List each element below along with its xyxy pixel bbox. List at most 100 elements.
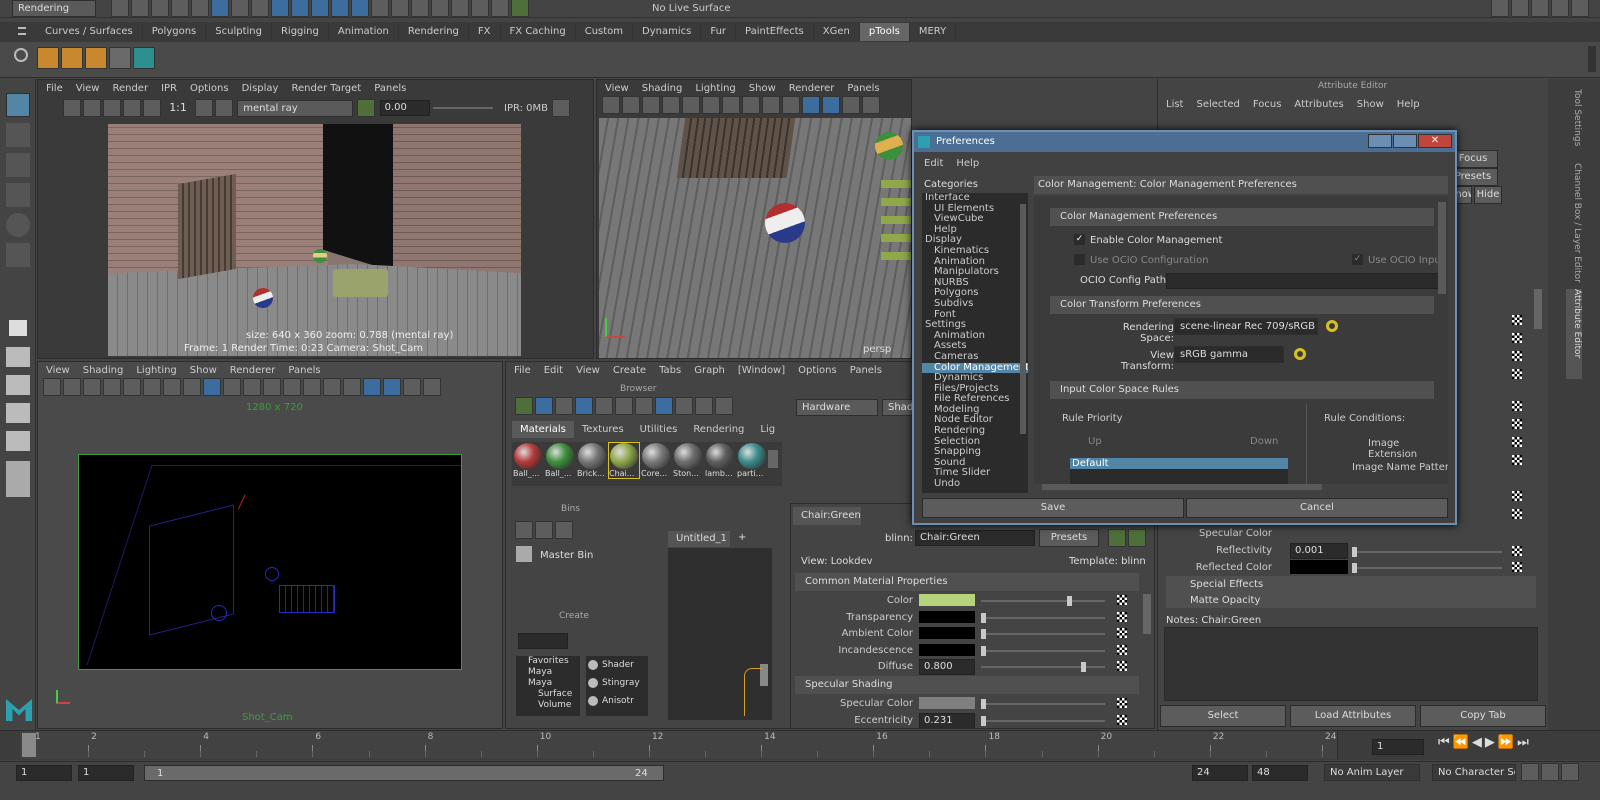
shelf-tab[interactable]: Rendering [399,23,469,41]
ae-map-icon-10[interactable] [1512,509,1522,519]
property-map-icon[interactable] [1117,661,1127,671]
paint-select-icon[interactable] [6,153,30,177]
sc-xray-joints-icon[interactable] [403,378,421,396]
prefs-save-button[interactable]: Save [922,498,1184,518]
ae-load-attributes-button[interactable]: Load Attributes [1290,705,1416,727]
rule-down-button[interactable]: Down [1250,436,1278,447]
snap-curve-icon[interactable] [291,0,309,17]
common-material-section[interactable]: Common Material Properties [795,573,1139,591]
auto-key-icon[interactable] [1521,763,1539,781]
material-swatch[interactable]: Ball_... [545,443,575,478]
prefs-hscrollbar[interactable] [1042,484,1322,490]
sc-xray-comp-icon[interactable] [423,378,441,396]
browser-sort-time-icon[interactable] [695,397,713,415]
property-color-swatch[interactable] [919,643,975,656]
property-color-swatch[interactable] [919,627,975,639]
property-map-icon[interactable] [1117,595,1127,605]
camera-attr-icon[interactable] [622,96,640,114]
hypershade-menu-item[interactable]: Graph [694,365,725,376]
scale-tool-icon[interactable] [6,243,30,267]
shelf-gear-icon[interactable] [14,48,28,62]
lock-icon[interactable] [371,0,389,17]
ae-map-icon-1[interactable] [1512,315,1522,325]
view-transform-gear-icon[interactable] [1294,348,1306,360]
shelf-tab[interactable]: Polygons [143,23,207,41]
snapshot-icon[interactable] [103,99,121,117]
property-map-icon[interactable] [1117,698,1127,708]
rule-default-item[interactable]: Default [1070,458,1288,469]
snap-view-icon[interactable] [331,0,349,17]
ae-map-icon-5[interactable] [1512,401,1522,411]
rule-up-button[interactable]: Up [1088,436,1102,447]
material-swatch[interactable]: Core... [641,443,671,478]
hypershade-menu-item[interactable]: Options [798,365,837,376]
bookmark-icon[interactable] [642,96,660,114]
property-copy-icon[interactable] [1108,529,1126,547]
view-transform-dropdown[interactable]: sRGB gamma [1174,346,1284,363]
playback-start-field[interactable]: 1 [78,765,134,781]
ae-reflected-color-swatch[interactable] [1290,560,1348,574]
property-value-field[interactable]: 0.231 [919,712,975,728]
browser-view-icon[interactable] [535,397,553,415]
sc-film-gate-icon[interactable] [143,378,161,396]
select-tool-icon[interactable] [6,93,30,117]
zoom-fit-icon[interactable] [195,99,214,117]
refresh-icon[interactable] [357,99,376,117]
create-list-item[interactable]: Stingray [586,674,648,692]
live-surface-icon[interactable] [511,0,529,17]
property-slider[interactable] [981,715,1105,726]
step-forward-icon[interactable]: ⏩ [1498,735,1517,750]
move-tool-icon[interactable] [6,183,30,207]
select-component-icon[interactable] [251,0,269,17]
sc-xray-icon[interactable] [383,378,401,396]
side-tab-channel-box[interactable]: Channel Box / Layer Editor [1566,163,1582,303]
anim-end-field[interactable]: 48 [1252,765,1308,781]
render-view-menu-item[interactable]: View [76,83,100,94]
render-view-menu-item[interactable]: Render Target [291,83,361,94]
ocio-path-field[interactable] [1166,273,1442,289]
sc-ao-icon[interactable] [303,378,321,396]
ae-menu-item[interactable]: List [1166,99,1183,110]
prefs-rules-section[interactable]: Input Color Space Rules [1050,381,1434,399]
sc-camera-icon[interactable] [43,378,61,396]
lights-icon[interactable] [862,96,880,114]
exposure-field[interactable]: 0.00 [379,100,430,116]
create-tree-item[interactable]: Maya [516,678,580,689]
browser-refresh-icon[interactable] [715,397,733,415]
gate-mask-icon[interactable] [742,96,760,114]
shelf-tab[interactable]: Animation [329,23,399,41]
viewport-persp-menu-item[interactable]: Panels [847,83,879,94]
timeline-playhead[interactable] [22,733,36,757]
tool-settings-icon[interactable] [1511,0,1529,17]
viewport-persp-menu-item[interactable]: View [605,83,629,94]
layout-grid-icon[interactable] [6,461,30,497]
ae-map-icon-3[interactable] [1512,351,1522,361]
create-tree-item[interactable]: Maya [516,667,580,678]
prefs-maximize-icon[interactable] [1393,134,1417,148]
sc-resolution-gate-icon[interactable] [163,378,181,396]
channel-box-icon[interactable] [1531,0,1549,17]
material-swatch[interactable]: Brick... [577,443,607,478]
smooth-shade-icon[interactable] [822,96,840,114]
maya-logo-icon[interactable] [133,47,155,69]
master-bin-label[interactable]: Master Bin [540,550,593,561]
render-view-menu-item[interactable]: IPR [161,83,177,94]
sc-bookmark-icon[interactable] [83,378,101,396]
prefs-cm-section[interactable]: Color Management Preferences [1050,208,1434,226]
ae-notes-area[interactable] [1164,627,1538,701]
settings-icon[interactable] [1561,763,1579,781]
playback-end-field[interactable]: 24 [1192,765,1248,781]
play-icon[interactable]: ▶ [1485,735,1498,750]
shelf-tab[interactable]: Curves / Surfaces [36,23,143,41]
field-chart-icon[interactable] [762,96,780,114]
undo-icon[interactable] [171,0,189,17]
material-swatch[interactable]: Chai... [608,442,640,479]
bin-add-icon[interactable] [535,521,553,539]
image-plane-icon[interactable] [662,96,680,114]
ipr-render-icon[interactable] [451,0,469,17]
shelf-tab[interactable]: FX [469,23,501,41]
property-color-swatch[interactable] [919,610,975,623]
browser-medium-icon[interactable] [615,397,633,415]
side-tab-attribute-editor[interactable]: Attribute Editor [1566,289,1582,379]
go-end-icon[interactable]: ⏭ [1517,735,1532,750]
